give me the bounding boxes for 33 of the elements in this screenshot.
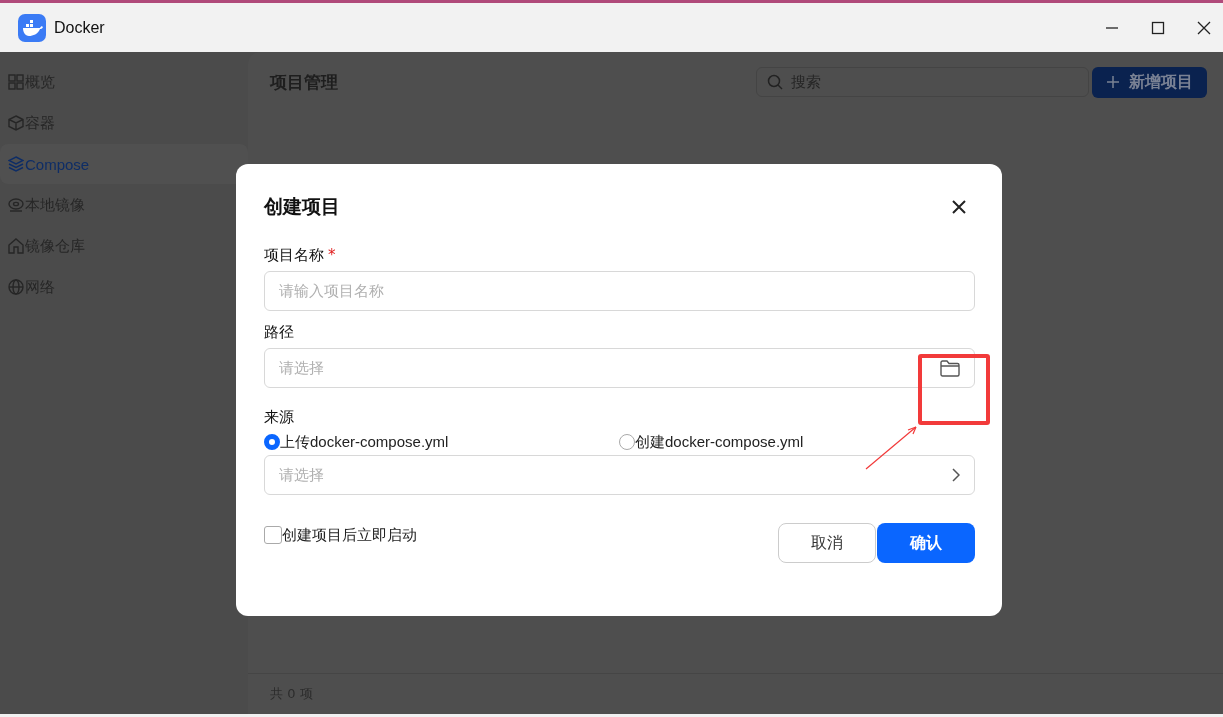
field-label: 路径: [264, 323, 294, 342]
disk-icon: [8, 197, 24, 213]
path-field[interactable]: 请选择: [264, 348, 975, 388]
grid-icon: [8, 74, 24, 90]
sidebar-item[interactable]: Compose: [0, 144, 248, 184]
required-mark: *: [328, 246, 336, 265]
add-project-button[interactable]: 新增项目: [1092, 66, 1207, 98]
folder-icon[interactable]: [940, 359, 960, 377]
plus-icon: [1106, 76, 1119, 88]
radio-option[interactable]: 上传docker-compose.yml: [264, 432, 619, 452]
cancel-button[interactable]: 取消: [778, 523, 876, 563]
field-label: 项目名称: [264, 246, 324, 265]
confirm-button[interactable]: 确认: [877, 523, 975, 563]
source-select[interactable]: 请选择: [264, 455, 975, 495]
annotation-box: [918, 354, 990, 425]
chevron-right-icon: [952, 468, 960, 482]
window-title: Docker: [54, 18, 105, 37]
app-logo-icon: [18, 13, 46, 42]
field-label: 来源: [264, 408, 294, 427]
cube-icon: [8, 115, 24, 131]
home-icon: [8, 238, 24, 254]
radio-option[interactable]: 创建docker-compose.yml: [619, 432, 974, 452]
close-icon[interactable]: [1197, 20, 1211, 35]
search-icon: [767, 74, 783, 90]
start-checkbox[interactable]: 创建项目后立即启动: [264, 525, 417, 545]
dialog-title: 创建项目: [264, 194, 340, 219]
radio-button[interactable]: [264, 434, 280, 450]
layers-icon: [8, 156, 24, 172]
name-field[interactable]: 请输入项目名称: [264, 271, 975, 311]
globe-icon: [8, 279, 24, 295]
maximize-icon[interactable]: [1151, 20, 1165, 35]
close-icon[interactable]: [952, 200, 966, 214]
checkbox[interactable]: [264, 526, 282, 544]
